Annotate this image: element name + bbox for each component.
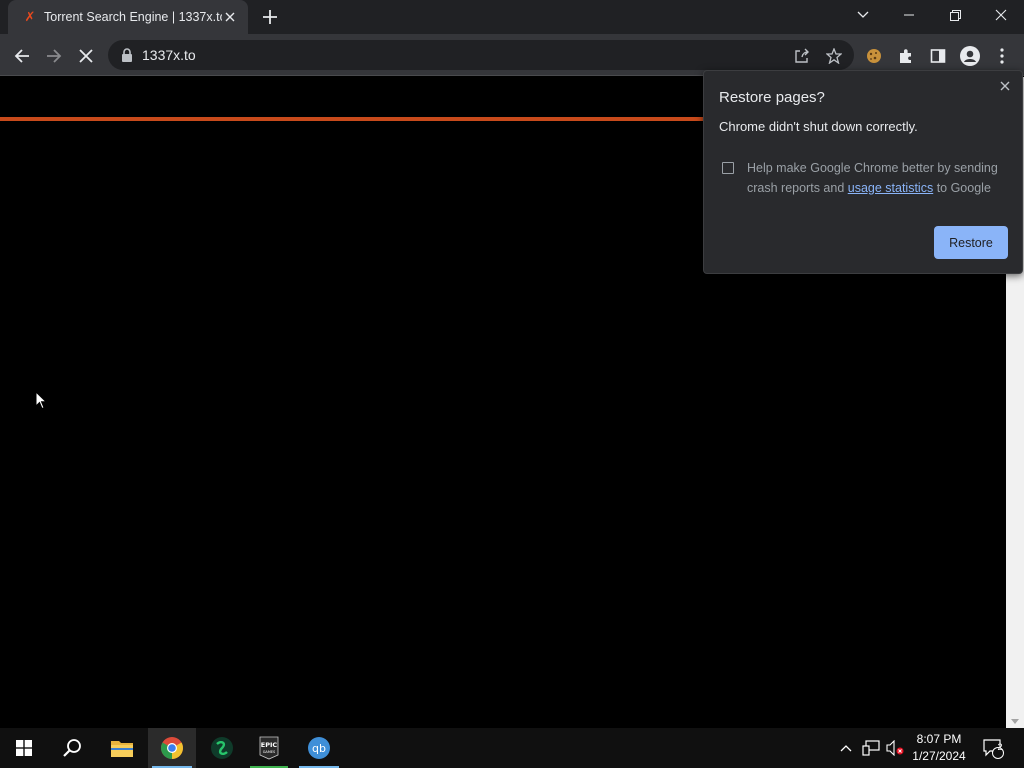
- close-window-button[interactable]: [978, 0, 1024, 30]
- clock-time: 8:07 PM: [916, 732, 962, 746]
- x-favicon-icon: ✗: [24, 9, 36, 25]
- gameloop-icon[interactable]: [198, 728, 246, 768]
- file-explorer-icon[interactable]: [98, 728, 146, 768]
- close-icon[interactable]: [996, 77, 1014, 95]
- lock-icon[interactable]: [121, 48, 133, 62]
- browser-tab[interactable]: ✗ Torrent Search Engine | 1337x.to: [8, 0, 248, 34]
- address-bar[interactable]: 1337x.to: [108, 40, 854, 70]
- svg-text:qb: qb: [312, 742, 326, 755]
- cookie-extension-icon[interactable]: [860, 42, 888, 70]
- tab-title: Torrent Search Engine | 1337x.to: [44, 10, 222, 24]
- checkbox-label: Help make Google Chrome better by sendin…: [747, 158, 1009, 198]
- clock-date: 1/27/2024: [912, 749, 966, 763]
- restore-button[interactable]: Restore: [934, 226, 1008, 259]
- scroll-down-arrow-icon[interactable]: [1011, 719, 1019, 724]
- tab-strip: ✗ Torrent Search Engine | 1337x.to: [0, 0, 1024, 34]
- side-panel-icon[interactable]: [924, 42, 952, 70]
- svg-text:GAMES: GAMES: [263, 750, 276, 754]
- windows-taskbar: EPIC GAMES qb 8:07 PM 1/27/2024 2: [0, 728, 1024, 768]
- windows-start-icon[interactable]: [0, 728, 48, 768]
- new-tab-button[interactable]: [258, 5, 282, 29]
- crash-report-checkbox[interactable]: [722, 162, 734, 174]
- usage-statistics-link[interactable]: usage statistics: [848, 181, 933, 195]
- volume-muted-icon[interactable]: [884, 728, 906, 768]
- mouse-cursor-icon: [35, 390, 48, 415]
- notifications-icon[interactable]: 2: [978, 728, 1008, 768]
- checkbox-label-suffix: to Google: [933, 181, 991, 195]
- restore-down-button[interactable]: [932, 0, 978, 30]
- minimize-button[interactable]: [886, 0, 932, 30]
- tab-search-chevron-icon[interactable]: [840, 0, 886, 30]
- show-hidden-icons-chevron-icon[interactable]: [836, 728, 856, 768]
- profile-avatar-icon[interactable]: [956, 42, 984, 70]
- bookmark-star-icon[interactable]: [820, 42, 848, 70]
- epic-games-icon[interactable]: EPIC GAMES: [248, 728, 290, 768]
- tab-close-icon[interactable]: [222, 9, 238, 25]
- network-icon[interactable]: [858, 728, 884, 768]
- url-text[interactable]: 1337x.to: [142, 47, 196, 63]
- chrome-menu-icon[interactable]: [988, 42, 1016, 70]
- forward-button[interactable]: [40, 42, 68, 70]
- stop-loading-button[interactable]: [72, 42, 100, 70]
- taskbar-clock[interactable]: 8:07 PM 1/27/2024: [906, 731, 972, 765]
- notification-count: 2: [997, 742, 1003, 752]
- dialog-title: Restore pages?: [719, 89, 825, 106]
- restore-pages-dialog: Restore pages? Chrome didn't shut down c…: [703, 70, 1023, 274]
- chrome-taskbar-icon[interactable]: [148, 728, 196, 768]
- qbittorrent-icon[interactable]: qb: [295, 728, 343, 768]
- share-icon[interactable]: [788, 42, 816, 70]
- extensions-puzzle-icon[interactable]: [892, 42, 920, 70]
- dialog-message: Chrome didn't shut down correctly.: [719, 119, 918, 134]
- svg-text:EPIC: EPIC: [261, 741, 278, 749]
- back-button[interactable]: [8, 42, 36, 70]
- search-icon[interactable]: [48, 728, 96, 768]
